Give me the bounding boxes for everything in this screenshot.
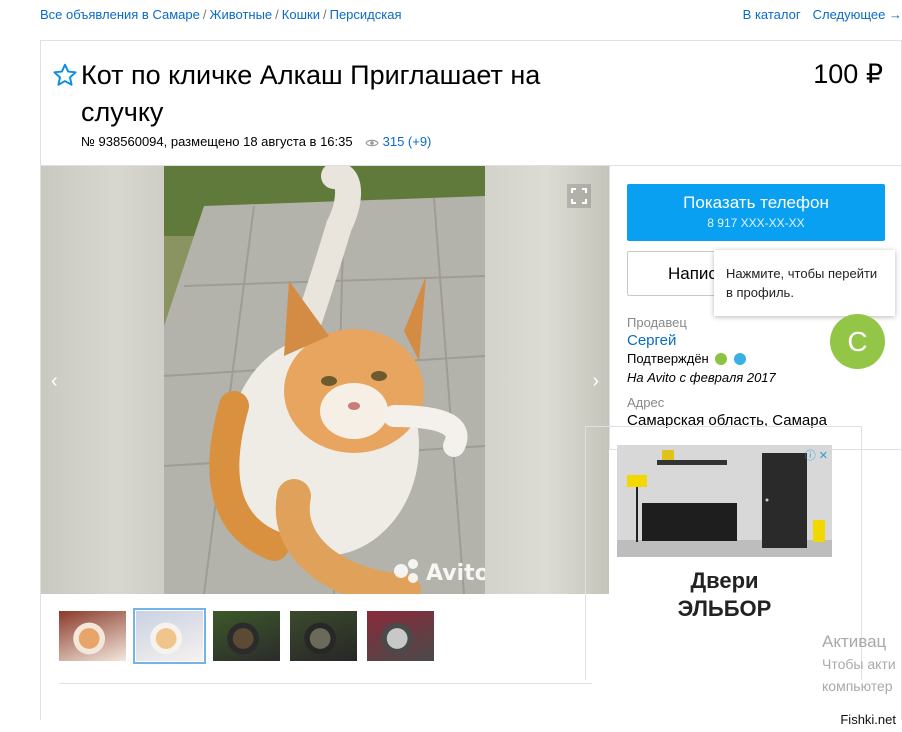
top-navigation: В каталог Следующее → (731, 7, 902, 22)
masked-phone-number: 8 917 XXX-XX-XX (707, 216, 805, 230)
activation-line1: Активац (822, 632, 887, 651)
email-confirmed-icon (734, 353, 746, 365)
breadcrumb-item-cats[interactable]: Кошки (282, 7, 320, 22)
gallery-blur-left (41, 166, 164, 594)
breadcrumb: Все объявления в Самаре / Животные / Кошки / П… (40, 7, 402, 22)
fullscreen-icon[interactable] (567, 184, 591, 208)
activation-line2: Чтобы акти (822, 656, 896, 672)
profile-tooltip: Нажмите, чтобы перейти в профиль. (714, 250, 895, 316)
advertisement-box: Двери ЭЛЬБОР ⓘ ✕ (585, 426, 862, 680)
breadcrumb-separator: / (202, 7, 207, 22)
photo-thumbnail[interactable] (213, 611, 280, 661)
views-count: 315 (+9) (382, 134, 432, 149)
ad-price: 100 ₽ (813, 59, 883, 89)
ad-header: Кот по кличке Алкаш Приглашает на случку… (41, 41, 902, 166)
activation-line3: компьютер (822, 678, 893, 694)
show-phone-label: Показать телефон (683, 193, 829, 212)
eye-icon (364, 139, 379, 147)
photo-thumbnail[interactable] (367, 611, 434, 661)
next-photo-chevron-icon[interactable]: › (592, 370, 599, 393)
catalog-link[interactable]: В каталог (743, 7, 801, 22)
photo-thumbnail[interactable] (290, 611, 357, 661)
favorite-star-icon[interactable] (52, 62, 78, 88)
confirmed-label: Подтверждён (627, 351, 709, 366)
cat-photo-image: Avito (164, 166, 485, 594)
main-photo[interactable]: Avito (164, 166, 485, 594)
seller-name-link[interactable]: Сергей (627, 332, 676, 349)
next-ad-link[interactable]: Следующее → (813, 7, 902, 22)
views-counter[interactable]: 315 (+9) (364, 134, 432, 149)
prev-photo-chevron-icon[interactable]: ‹ (51, 370, 58, 393)
seller-label: Продавец (627, 315, 687, 330)
breadcrumb-item-all-ads[interactable]: Все объявления в Самаре (40, 7, 200, 22)
phone-confirmed-icon (715, 353, 728, 365)
avito-watermark: Avito (426, 561, 485, 586)
address-label: Адрес (627, 395, 665, 410)
photo-thumbnail[interactable] (133, 608, 206, 664)
ad-info-icon[interactable]: ⓘ ✕ (805, 447, 828, 463)
breadcrumb-separator: / (275, 7, 279, 22)
divider (59, 683, 592, 684)
ad-text-line2: ЭЛЬБОР (677, 596, 772, 621)
seller-panel: Показать телефон 8 917 XXX-XX-XX Написат… (609, 166, 902, 450)
ad-text-line1: Двери (690, 568, 759, 593)
breadcrumb-item-animals[interactable]: Животные (209, 7, 272, 22)
ad-title: Кот по кличке Алкаш Приглашает на случку (81, 60, 541, 127)
windows-activation-overlay: Активац Чтобы акти компьютер (822, 632, 896, 696)
seller-avatar[interactable]: С (830, 314, 885, 369)
photo-gallery: Avito ‹ › (41, 166, 609, 594)
ad-number-and-date: № 938560094, размещено 18 августа в 16:3… (81, 134, 353, 149)
door-ad-banner[interactable]: Двери ЭЛЬБОР ⓘ ✕ (617, 445, 832, 680)
breadcrumb-separator: / (322, 7, 327, 22)
ad-meta: № 938560094, размещено 18 августа в 16:3… (81, 134, 431, 149)
ad-brand-text: Двери ЭЛЬБОР (617, 567, 832, 623)
seller-since: На Avito с февраля 2017 (627, 370, 776, 385)
ad-room-image (617, 445, 832, 557)
fishki-watermark: Fishki.net (840, 712, 896, 727)
photo-thumbnail[interactable] (59, 611, 126, 661)
show-phone-button[interactable]: Показать телефон 8 917 XXX-XX-XX (627, 184, 885, 241)
breadcrumb-item-persian[interactable]: Персидская (330, 7, 402, 22)
seller-confirmed: Подтверждён (627, 351, 746, 366)
